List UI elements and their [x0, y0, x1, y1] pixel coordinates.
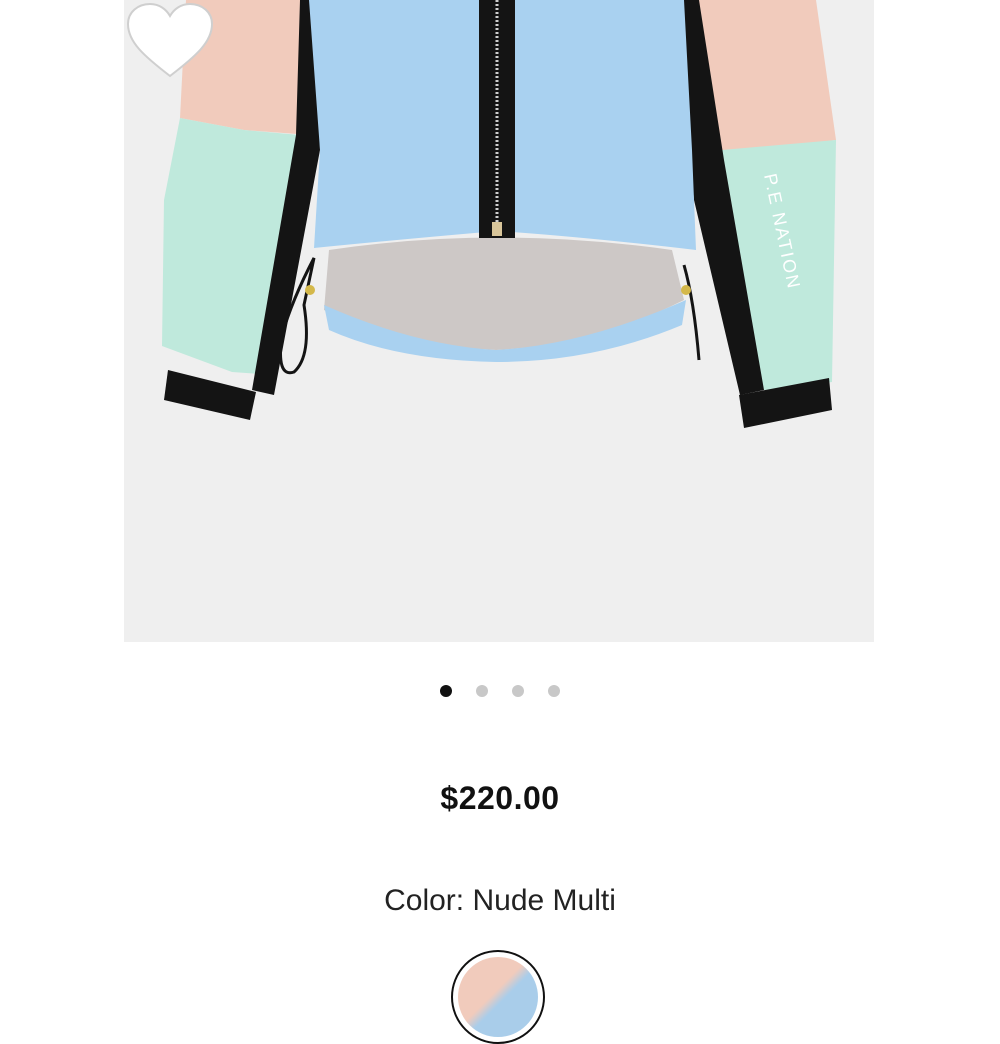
color-swatch-nude-multi[interactable]: [451, 950, 545, 1044]
carousel-pagination: [0, 682, 1000, 700]
color-selection-label: Color: Nude Multi: [0, 884, 1000, 918]
color-label: Color:: [384, 884, 465, 917]
carousel-dot-4[interactable]: [548, 685, 560, 697]
carousel-dot-2[interactable]: [476, 685, 488, 697]
product-price: $220.00: [440, 780, 560, 816]
carousel-dot-3[interactable]: [512, 685, 524, 697]
carousel-dot-1[interactable]: [440, 685, 452, 697]
color-swatch-image: [458, 957, 538, 1037]
product-image[interactable]: P.E NATION: [124, 0, 874, 642]
jacket-illustration: P.E NATION: [162, 0, 836, 428]
color-value: Nude Multi: [472, 884, 616, 917]
wishlist-heart-icon[interactable]: [124, 0, 216, 82]
